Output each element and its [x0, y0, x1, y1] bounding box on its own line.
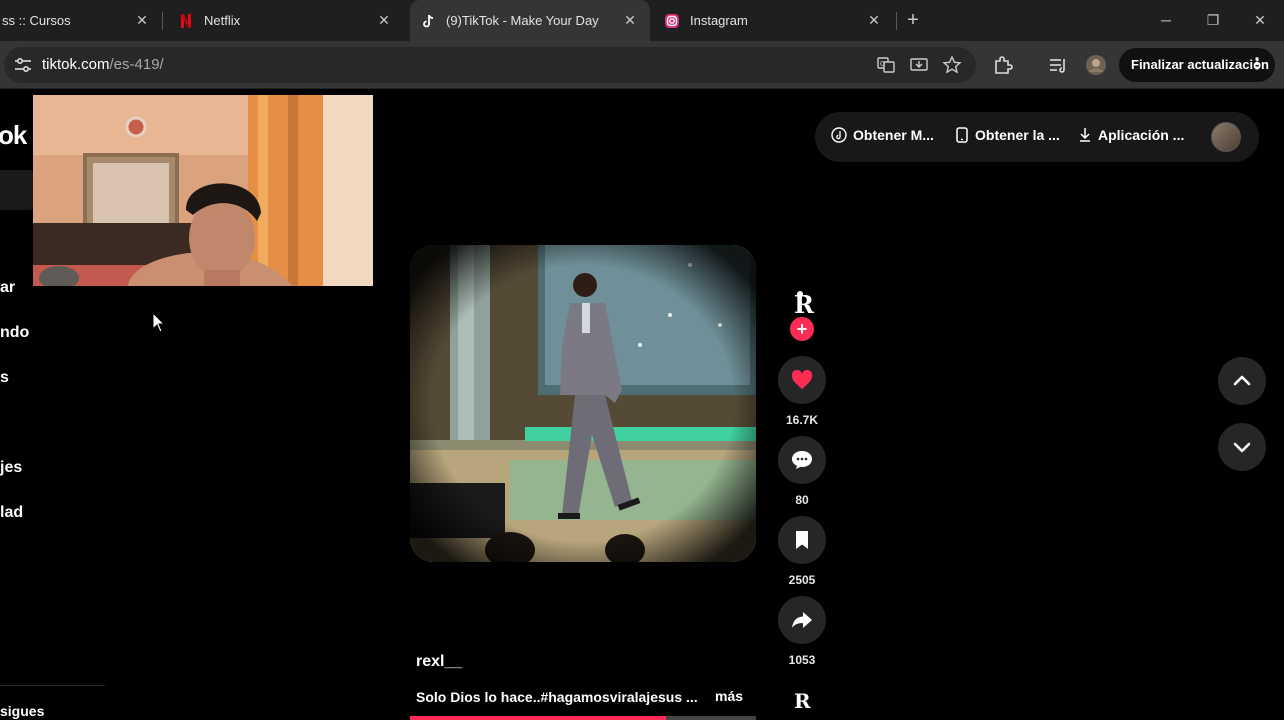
site-settings-icon[interactable]	[14, 57, 32, 73]
install-app-icon[interactable]	[909, 55, 929, 75]
sidebar-item-explorar[interactable]: ar	[0, 279, 15, 297]
next-video-button[interactable]	[1218, 423, 1266, 471]
video-author[interactable]: rexl__	[416, 653, 462, 671]
tab-cursos[interactable]: ss :: Cursos ✕	[0, 0, 160, 41]
svg-text:G: G	[880, 60, 885, 68]
address-bar[interactable]: tiktok.com/es-419/ G	[4, 47, 976, 83]
search-input[interactable]	[0, 170, 34, 210]
new-tab-button[interactable]: +	[903, 10, 923, 30]
extensions-icon[interactable]	[992, 54, 1014, 76]
sidebar-item-amigos[interactable]: s	[0, 369, 9, 387]
share-icon	[792, 612, 812, 628]
netflix-icon	[181, 13, 191, 28]
previous-video-button[interactable]	[1218, 357, 1266, 405]
like-count: 16.7K	[785, 413, 819, 427]
tiktok-page: ok ar ndo s jes lad sigues Obtener M... …	[0, 90, 1284, 720]
save-button[interactable]	[778, 516, 826, 564]
video-player[interactable]	[410, 245, 756, 562]
sidebar-item-mensajes[interactable]: jes	[0, 459, 22, 477]
close-tab-icon[interactable]: ✕	[376, 12, 392, 28]
chevron-down-icon	[1233, 442, 1251, 453]
url-text[interactable]: tiktok.com/es-419/	[42, 56, 164, 73]
url-host: tiktok.com	[42, 56, 110, 73]
bookmark-icon	[796, 531, 808, 549]
chevron-up-icon	[1233, 375, 1251, 386]
tab-divider	[162, 12, 163, 30]
download-icon	[1080, 128, 1090, 142]
sidebar-divider	[0, 685, 105, 686]
finish-update-button[interactable]: Finalizar actualización ⋮	[1119, 48, 1275, 82]
get-app-label: Obtener la ...	[975, 127, 1060, 143]
tab-instagram[interactable]: Instagram ✕	[654, 0, 894, 41]
get-app-button[interactable]: Obtener la ...	[955, 127, 1060, 143]
tab-title: Instagram	[690, 13, 748, 28]
webcam-image	[33, 95, 373, 286]
tiktok-logo[interactable]: ok	[0, 120, 27, 151]
video-progress-bar[interactable]	[410, 716, 756, 720]
tiktok-icon	[831, 127, 847, 143]
top-actions-bar: Obtener M... Obtener la ... Aplicación .…	[815, 112, 1259, 162]
video-frame	[410, 245, 756, 562]
desktop-app-button[interactable]: Aplicación ...	[1078, 127, 1184, 143]
browser-toolbar: tiktok.com/es-419/ G Finalizar actualiza…	[0, 41, 1284, 89]
phone-icon	[956, 127, 968, 143]
creator-avatar[interactable]: R	[787, 286, 819, 318]
share-count: 1053	[788, 653, 816, 667]
tab-divider	[896, 12, 897, 30]
video-caption: Solo Dios lo hace..#hagamosviralajesus .…	[416, 689, 698, 705]
sidebar-item-actividad[interactable]: lad	[0, 504, 23, 522]
tiktok-icon	[423, 14, 434, 27]
tab-title: (9)TikTok - Make Your Day	[446, 13, 599, 28]
sidebar-item-siguiendo[interactable]: ndo	[0, 324, 29, 342]
caption-more-button[interactable]: más	[715, 688, 743, 704]
mouse-cursor-icon	[152, 312, 166, 333]
heart-icon	[791, 369, 813, 389]
instagram-icon	[665, 13, 679, 28]
translate-icon[interactable]: G	[876, 55, 896, 75]
get-coins-button[interactable]: Obtener M...	[831, 127, 934, 143]
webcam-overlay	[33, 95, 373, 286]
sidebar-item-cuentas-que-sigues[interactable]: sigues	[0, 703, 44, 719]
avatar[interactable]	[1211, 122, 1241, 152]
tab-title: Netflix	[204, 13, 241, 28]
get-coins-label: Obtener M...	[853, 127, 934, 143]
share-button[interactable]	[778, 596, 826, 644]
tab-netflix[interactable]: Netflix ✕	[168, 0, 404, 41]
browser-menu-icon[interactable]: ⋮	[1249, 48, 1265, 82]
like-button[interactable]	[778, 356, 826, 404]
url-path: /es-419/	[109, 56, 164, 73]
close-tab-icon[interactable]: ✕	[134, 12, 150, 28]
music-disc-icon[interactable]: R	[789, 686, 815, 712]
save-count: 2505	[788, 573, 816, 587]
desktop-app-label: Aplicación ...	[1098, 127, 1185, 143]
close-tab-icon[interactable]: ✕	[866, 12, 882, 28]
tab-tiktok[interactable]: (9)TikTok - Make Your Day ✕	[410, 0, 650, 41]
restore-icon[interactable]: ❐	[1204, 11, 1222, 29]
comment-button[interactable]	[778, 436, 826, 484]
close-tab-icon[interactable]: ✕	[622, 12, 638, 28]
video-progress-fill	[410, 716, 667, 720]
follow-button[interactable]: +	[790, 317, 814, 341]
reading-list-icon[interactable]	[1047, 54, 1069, 76]
minimize-icon[interactable]: ─	[1157, 11, 1175, 29]
close-window-icon[interactable]: ✕	[1251, 11, 1269, 29]
tab-strip: ss :: Cursos ✕ Netflix ✕ (9)TikTok - Mak…	[0, 0, 1284, 41]
tab-title: ss :: Cursos	[2, 13, 71, 28]
comment-icon	[792, 451, 812, 469]
profile-icon[interactable]	[1085, 54, 1107, 76]
bookmark-star-icon[interactable]	[942, 55, 962, 75]
comment-count: 80	[795, 493, 809, 507]
svg-text:R: R	[794, 689, 811, 712]
